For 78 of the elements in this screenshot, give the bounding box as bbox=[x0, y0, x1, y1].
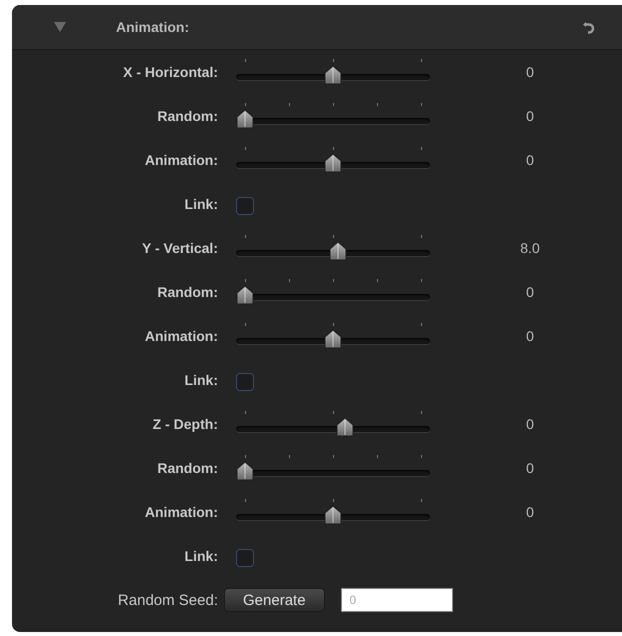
tick-mark bbox=[289, 455, 290, 458]
field-label: Animation: bbox=[144, 152, 218, 168]
tick-mark bbox=[333, 411, 334, 414]
tick-mark bbox=[245, 411, 246, 414]
value-readout[interactable]: 0 bbox=[526, 416, 534, 432]
tick-mark bbox=[377, 103, 378, 106]
field-label: Random: bbox=[157, 284, 218, 300]
tick-mark bbox=[333, 59, 334, 62]
slider-thumb[interactable] bbox=[236, 109, 254, 129]
field-label: Link: bbox=[184, 196, 218, 212]
link-checkbox[interactable] bbox=[236, 197, 254, 215]
tick-mark bbox=[245, 235, 246, 238]
value-readout[interactable]: 0 bbox=[526, 504, 534, 520]
tick-mark bbox=[421, 411, 422, 414]
value-readout[interactable]: 8.0 bbox=[520, 240, 540, 256]
tick-mark bbox=[245, 147, 246, 150]
tick-mark bbox=[245, 103, 246, 106]
tick-mark bbox=[377, 279, 378, 282]
link-checkbox[interactable] bbox=[236, 549, 254, 567]
field-label: Animation: bbox=[144, 328, 218, 344]
tick-mark bbox=[245, 279, 246, 282]
field-label: X - Horizontal: bbox=[123, 64, 218, 80]
tick-mark bbox=[377, 455, 378, 458]
slider-thumb[interactable] bbox=[324, 153, 342, 173]
tick-mark bbox=[333, 235, 334, 238]
seed-input-field[interactable]: 0 bbox=[340, 588, 453, 612]
slider-thumb[interactable] bbox=[324, 65, 342, 85]
reset-arrow-icon[interactable] bbox=[582, 19, 596, 35]
field-label: Link: bbox=[184, 548, 218, 564]
value-readout[interactable]: 0 bbox=[526, 152, 534, 168]
value-readout[interactable]: 0 bbox=[526, 460, 534, 476]
slider-track[interactable] bbox=[236, 74, 430, 80]
field-label: Link: bbox=[184, 372, 218, 388]
value-readout[interactable]: 0 bbox=[526, 64, 534, 80]
field-label: Random: bbox=[157, 108, 218, 124]
tick-mark bbox=[289, 103, 290, 106]
field-label: Z - Depth: bbox=[152, 416, 218, 432]
section-title: Animation: bbox=[116, 19, 190, 35]
tick-mark bbox=[333, 103, 334, 106]
disclosure-triangle-icon[interactable] bbox=[54, 22, 66, 32]
field-label: Y - Vertical: bbox=[142, 240, 218, 256]
slider-track[interactable] bbox=[236, 162, 430, 168]
link-checkbox[interactable] bbox=[236, 373, 254, 391]
slider-thumb[interactable] bbox=[324, 329, 342, 349]
tick-mark bbox=[245, 323, 246, 326]
tick-mark bbox=[333, 323, 334, 326]
tick-mark bbox=[421, 59, 422, 62]
value-readout[interactable]: 0 bbox=[526, 108, 534, 124]
tick-mark bbox=[333, 279, 334, 282]
tick-mark bbox=[421, 499, 422, 502]
field-label: Random Seed: bbox=[116, 592, 218, 608]
slider-track[interactable] bbox=[236, 250, 430, 256]
tick-mark bbox=[421, 103, 422, 106]
tick-mark bbox=[245, 455, 246, 458]
field-label: Animation: bbox=[144, 504, 218, 520]
tick-mark bbox=[245, 59, 246, 62]
tick-mark bbox=[333, 499, 334, 502]
slider-track[interactable] bbox=[236, 338, 430, 344]
tick-mark bbox=[333, 147, 334, 150]
slider-thumb[interactable] bbox=[336, 417, 354, 437]
slider-track[interactable] bbox=[236, 514, 430, 520]
generate-button[interactable]: Generate bbox=[224, 588, 325, 612]
tick-mark bbox=[245, 499, 246, 502]
tick-mark bbox=[421, 455, 422, 458]
slider-thumb[interactable] bbox=[236, 285, 254, 305]
value-readout[interactable]: 0 bbox=[526, 328, 534, 344]
tick-mark bbox=[421, 323, 422, 326]
slider-thumb[interactable] bbox=[236, 461, 254, 481]
slider-thumb[interactable] bbox=[324, 505, 342, 525]
tick-mark bbox=[289, 279, 290, 282]
slider-thumb[interactable] bbox=[329, 241, 348, 261]
value-readout[interactable]: 0 bbox=[526, 284, 534, 300]
tick-mark bbox=[421, 235, 422, 238]
field-label: Random: bbox=[157, 460, 218, 476]
tick-mark bbox=[421, 147, 422, 150]
slider-track[interactable] bbox=[236, 426, 430, 432]
tick-mark bbox=[333, 455, 334, 458]
tick-mark bbox=[421, 279, 422, 282]
